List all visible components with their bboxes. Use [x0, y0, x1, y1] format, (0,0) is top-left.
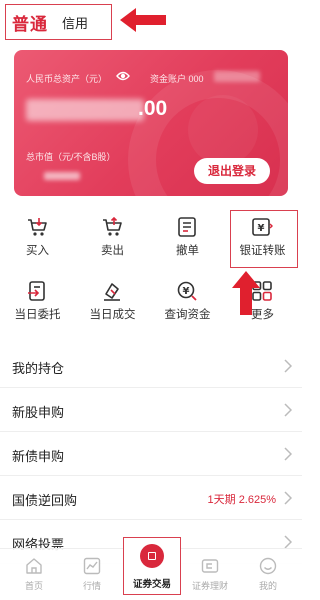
wallet-icon — [201, 559, 219, 573]
chevron-right-icon — [284, 359, 292, 373]
menu-my-positions[interactable]: 我的持仓 — [0, 344, 302, 388]
menu-bond-subscription[interactable]: 新债申购 — [0, 432, 302, 476]
nav-label: 证券理财 — [191, 581, 228, 591]
arrow-up-icon — [232, 271, 260, 315]
asset-card: 人民币总资产（元） 资金账户 000 .00 总市值（元/不含B股） 退出登录 — [14, 50, 288, 196]
query-funds-label: 查询资金 — [164, 309, 211, 321]
nav-market[interactable]: 行情 — [62, 549, 122, 600]
nav-label: 首页 — [24, 581, 43, 591]
nav-home[interactable]: 首页 — [4, 549, 64, 600]
fund-account-label: 资金账户 000 — [150, 74, 204, 84]
cancel-order-button[interactable]: 撤单 — [150, 210, 225, 264]
today-deal-icon — [104, 283, 120, 301]
total-assets-label: 人民币总资产（元） — [26, 74, 108, 84]
chart-icon — [83, 557, 101, 575]
menu-label: 国债逆回购 — [12, 493, 78, 508]
cart-in-icon — [28, 218, 47, 236]
total-assets-masked — [26, 99, 144, 121]
account-number-masked — [214, 71, 260, 82]
arrow-left-icon — [120, 8, 166, 32]
today-order-icon — [28, 281, 45, 301]
trade-icon[interactable] — [140, 544, 164, 568]
sell-label: 卖出 — [101, 245, 124, 257]
chevron-right-icon — [284, 447, 292, 461]
nav-trade[interactable]: 证券交易 — [123, 576, 181, 590]
cart-out-icon — [103, 216, 122, 236]
nav-label: 我的 — [258, 581, 277, 591]
trade-icon-square — [148, 552, 156, 560]
buy-label: 买入 — [26, 245, 49, 257]
today-order-label: 当日委托 — [14, 309, 61, 321]
market-value-masked — [44, 172, 80, 180]
account-type-tabs: 普通 信用 — [0, 0, 302, 44]
menu-label: 新债申购 — [12, 449, 65, 464]
today-deal-label: 当日成交 — [89, 309, 136, 321]
buy-button[interactable]: 买入 — [0, 210, 75, 264]
query-funds-icon: ¥ — [177, 281, 197, 301]
query-funds-button[interactable]: ¥ 查询资金 — [150, 274, 225, 328]
tab-credit[interactable]: 信用 — [62, 13, 88, 32]
bank-transfer-highlight-frame — [230, 210, 298, 268]
chevron-right-icon — [284, 535, 292, 549]
market-value-label: 总市值（元/不含B股） — [26, 152, 116, 162]
sell-button[interactable]: 卖出 — [75, 210, 150, 264]
total-assets-decimals: .00 — [138, 97, 168, 120]
nav-label: 行情 — [82, 581, 101, 591]
chevron-right-icon — [284, 403, 292, 417]
home-icon — [26, 558, 42, 574]
nav-wealth[interactable]: 证券理财 — [180, 549, 240, 600]
profile-icon — [259, 557, 277, 575]
nav-profile[interactable]: 我的 — [238, 549, 298, 600]
trade-menu-list: 我的持仓 新股申购 新债申购 国债逆回购 1天期 2.625% 网络投票 — [0, 344, 302, 564]
cancel-order-label: 撤单 — [176, 245, 199, 257]
tab-normal[interactable]: 普通 — [12, 10, 48, 35]
repo-rate-value: 1天期 2.625% — [207, 494, 276, 506]
svg-text:¥: ¥ — [183, 286, 190, 297]
chevron-right-icon — [284, 491, 292, 505]
menu-label: 新股申购 — [12, 405, 65, 420]
menu-ipo-subscription[interactable]: 新股申购 — [0, 388, 302, 432]
card-decoration-inner — [188, 95, 258, 165]
menu-reverse-repo[interactable]: 国债逆回购 1天期 2.625% — [0, 476, 302, 520]
logout-button[interactable]: 退出登录 — [194, 158, 270, 184]
menu-label: 我的持仓 — [12, 361, 65, 376]
eye-icon[interactable] — [116, 70, 130, 82]
today-deal-button[interactable]: 当日成交 — [75, 274, 150, 328]
today-order-button[interactable]: 当日委托 — [0, 274, 75, 328]
cancel-order-icon — [178, 217, 196, 237]
